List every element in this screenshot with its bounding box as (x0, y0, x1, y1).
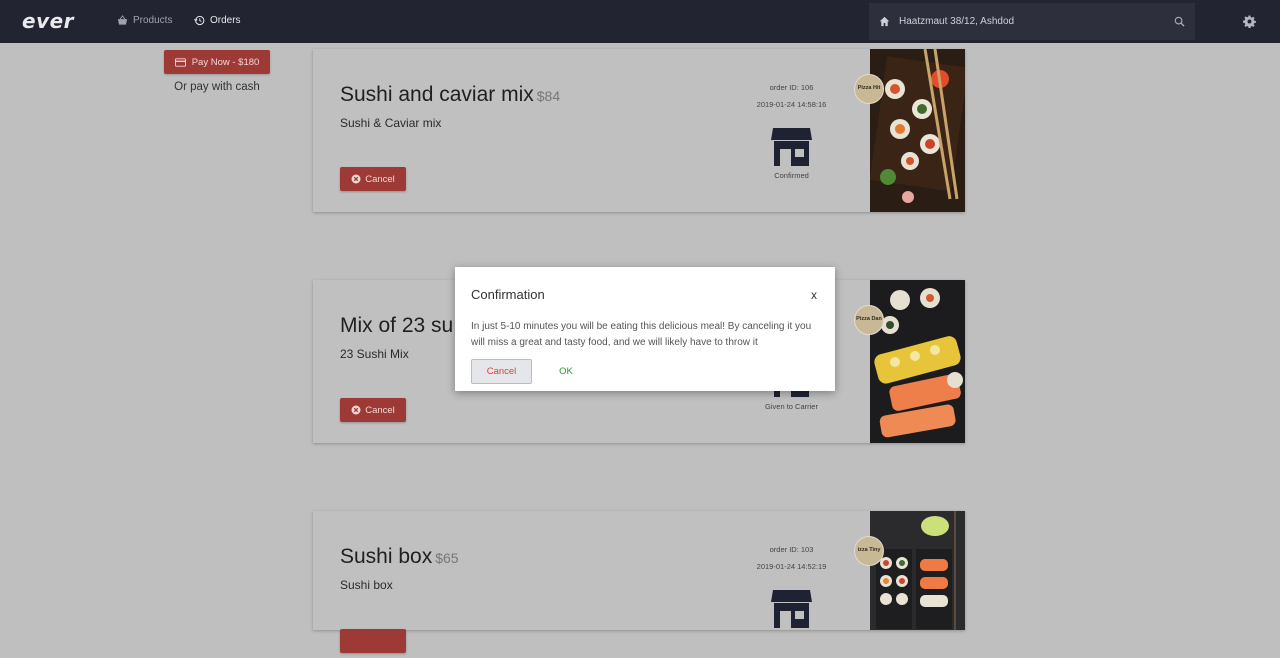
nav-orders-label: Orders (210, 15, 241, 26)
order-title: Sushi and caviar mix $84 (340, 83, 561, 106)
cancel-order-button[interactable]: Cancel (340, 398, 406, 422)
order-status: Confirmed (774, 171, 809, 180)
nav-products-label: Products (133, 15, 173, 26)
nav-orders[interactable]: Orders (194, 15, 241, 26)
nav-products[interactable]: Products (117, 15, 172, 26)
restaurant-logo: Pizza Dan (854, 305, 884, 335)
restaurant-logo: Pizza Hit (854, 74, 884, 104)
food-image (870, 49, 965, 212)
order-status: Given to Carrier (765, 402, 818, 411)
dialog-message: In just 5-10 minutes you will be eating … (471, 321, 812, 348)
close-button[interactable]: x (811, 288, 817, 302)
pay-now-button[interactable]: Pay Now - $180 (164, 50, 270, 74)
pay-with-cash-link[interactable]: Or pay with cash (164, 81, 270, 93)
order-price: $65 (435, 550, 459, 566)
credit-card-icon (174, 57, 186, 67)
cancel-order-label: Cancel (365, 404, 395, 416)
address-search-field[interactable]: Haatzmaut 38/12, Ashdod (869, 3, 1195, 40)
cancel-circle-icon (351, 174, 361, 184)
order-id: order ID: 103 (769, 545, 814, 554)
order-date: 2019-01-24 14:52:19 (756, 562, 827, 571)
store-icon (771, 128, 812, 166)
cancel-order-button[interactable] (340, 629, 406, 653)
dialog-cancel-button[interactable]: Cancel (471, 359, 532, 384)
food-image (870, 280, 965, 443)
restaurant-logo: izza Tiny (854, 536, 884, 566)
order-card: Sushi box $65 Sushi box order ID: 103 201… (313, 511, 965, 653)
order-subtitle: Sushi & Caviar mix (340, 116, 442, 130)
order-card: Sushi and caviar mix $84 Sushi & Caviar m… (313, 49, 965, 212)
dialog-title: Confirmation (471, 287, 545, 302)
app-logo[interactable]: ever (22, 9, 74, 33)
order-title: Mix of 23 su (340, 314, 454, 337)
gear-icon[interactable] (1243, 15, 1256, 28)
basket-icon (117, 15, 128, 25)
pay-now-label: Pay Now - $180 (191, 56, 260, 68)
cancel-order-label: Cancel (365, 173, 395, 185)
food-image (870, 511, 965, 630)
order-date: 2019-01-24 14:58:16 (756, 100, 827, 109)
order-title: Sushi box $65 (340, 545, 459, 568)
dialog-ok-button[interactable]: OK (551, 359, 581, 384)
order-id: order ID: 106 (769, 83, 814, 92)
store-icon (771, 590, 812, 628)
confirmation-dialog: Confirmation x In just 5-10 minutes you … (455, 267, 835, 391)
address-text: Haatzmaut 38/12, Ashdod (899, 16, 1015, 27)
search-icon[interactable] (1174, 16, 1185, 27)
top-navbar: ever Products Orders Haatzmaut 38/12, As… (0, 0, 1280, 43)
cancel-circle-icon (351, 405, 361, 415)
history-icon (194, 15, 205, 26)
order-subtitle: 23 Sushi Mix (340, 347, 409, 361)
cancel-order-button[interactable]: Cancel (340, 167, 406, 191)
order-subtitle: Sushi box (340, 578, 393, 592)
order-price: $84 (536, 88, 561, 104)
home-icon (879, 16, 890, 27)
